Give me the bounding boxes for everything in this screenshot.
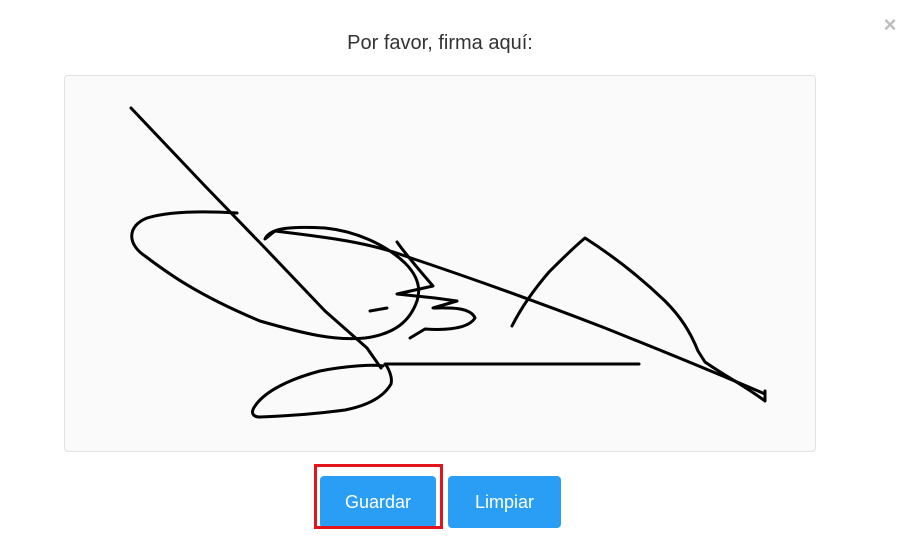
signature-stroke: [368, 306, 389, 313]
save-button[interactable]: Guardar: [320, 476, 436, 528]
signature-stroke: [395, 240, 477, 340]
clear-button[interactable]: Limpiar: [448, 476, 561, 528]
signature-drawing: [129, 106, 767, 419]
signature-stroke: [251, 362, 641, 419]
signature-pad[interactable]: [64, 75, 816, 452]
signature-stroke: [129, 106, 383, 370]
signature-dialog: × Por favor, firma aquí: Guardar Limpiar: [0, 0, 905, 542]
close-icon[interactable]: ×: [879, 14, 901, 36]
dialog-title: Por favor, firma aquí:: [347, 32, 533, 54]
signature-stroke: [510, 236, 767, 403]
